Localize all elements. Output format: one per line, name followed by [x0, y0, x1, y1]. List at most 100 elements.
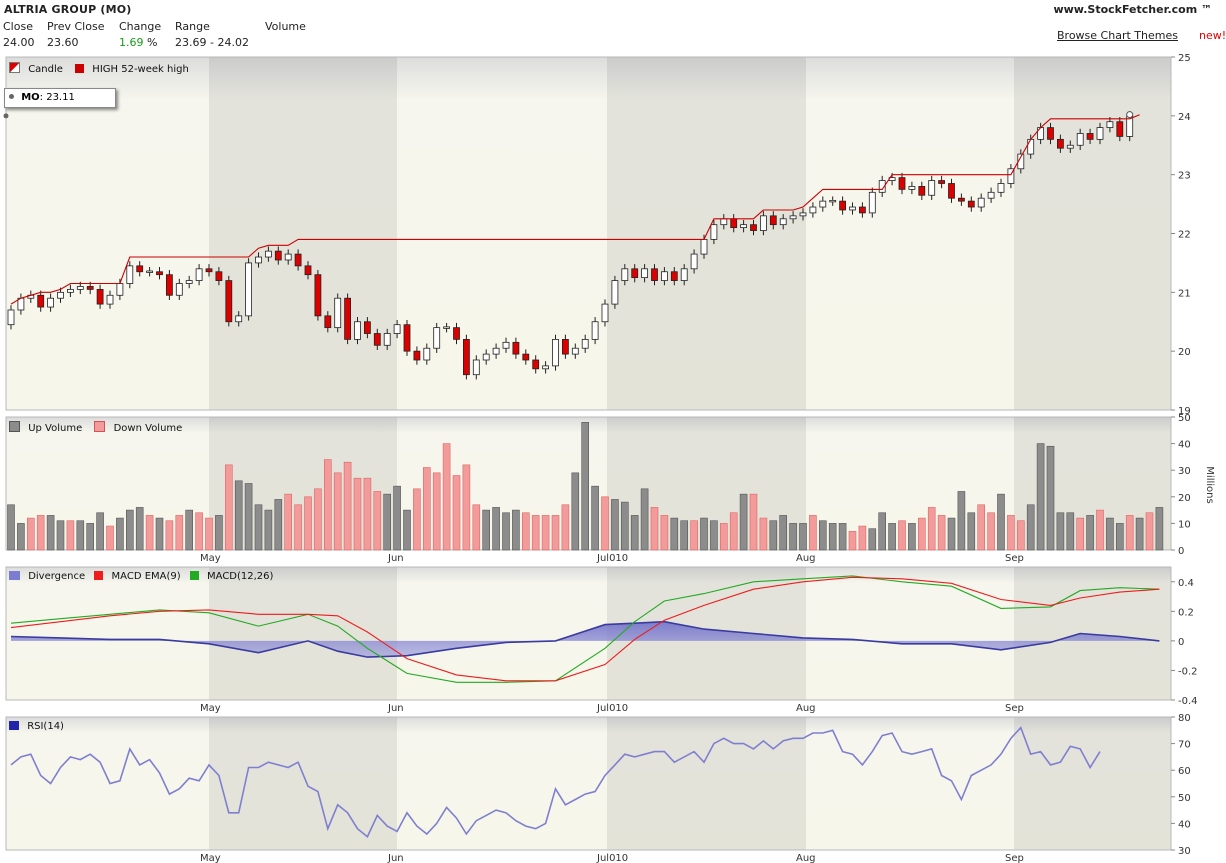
volume-bar-up — [1046, 445, 1055, 551]
candle-up — [57, 291, 64, 299]
volume-bar-up — [700, 517, 708, 551]
rsi-ytick-label: 30 — [1178, 846, 1191, 857]
candle-down — [37, 294, 45, 308]
candle-up — [393, 324, 401, 334]
candle-down — [1047, 127, 1054, 140]
volume-xtick-label: Jul010 — [596, 553, 628, 564]
volume-legend: Up Volume Down Volume — [9, 421, 182, 434]
candle-down — [730, 218, 738, 229]
volume-bar-up — [126, 509, 134, 551]
rsi-ytick-label: 80 — [1178, 713, 1191, 724]
candle-up — [354, 321, 361, 340]
volume-ytick-label: 30 — [1178, 466, 1191, 477]
macd-ytick-label: 0 — [1178, 637, 1184, 648]
volume-bar-down — [660, 515, 669, 551]
volume-ytick-label: 50 — [1178, 413, 1191, 424]
rsi-xtick-label: May — [200, 853, 221, 863]
volume-axis-title: Millions — [1204, 466, 1215, 503]
volume-bar-down — [898, 520, 906, 551]
volume-bar-down — [1145, 512, 1154, 551]
price-shade-band — [209, 57, 397, 410]
price-ytick-label: 22 — [1178, 230, 1191, 241]
volume-bar-up — [789, 523, 797, 551]
candle-up — [601, 303, 609, 323]
candle-down — [413, 350, 421, 361]
volume-bar-up — [878, 512, 887, 551]
candle-up — [829, 199, 837, 203]
volume-bar-up — [1036, 443, 1045, 551]
volume-bar-down — [759, 517, 768, 551]
candle-up — [571, 347, 579, 355]
macd-legend-label: MACD(12,26) — [207, 571, 274, 582]
divergence-legend-label: Divergence — [28, 571, 86, 582]
volume-ytick-label: 20 — [1178, 493, 1191, 504]
candle-up — [443, 326, 451, 329]
volume-bar-down — [314, 488, 322, 551]
volume-bar-up — [957, 491, 966, 551]
volume-bar-down — [363, 477, 372, 551]
volume-bar-up — [947, 517, 956, 551]
volume-bar-up — [908, 523, 916, 551]
candle-down — [96, 288, 104, 305]
macd-ytick-label: -0.4 — [1178, 696, 1198, 707]
candle-up — [423, 347, 431, 361]
volume-bar-down — [858, 525, 867, 551]
macd-xtick-label: Jun — [387, 703, 404, 714]
volume-bar-down — [462, 464, 471, 551]
candle-up — [987, 191, 995, 199]
volume-bar-up — [1066, 512, 1075, 551]
rsi-xtick-label: Sep — [1005, 853, 1024, 863]
candle-down — [225, 280, 233, 323]
candle-down — [532, 359, 540, 370]
volume-bar-up — [1086, 515, 1094, 551]
volume-bar-down — [601, 496, 609, 551]
rsi-ytick-label: 70 — [1178, 740, 1191, 751]
volume-bar-down — [690, 520, 698, 551]
volume-bar-up — [264, 509, 273, 551]
candle-down — [839, 200, 846, 211]
volume-bar-up — [56, 520, 65, 551]
candle-down — [314, 274, 322, 317]
candle-up — [591, 321, 599, 340]
divergence-legend-icon — [9, 571, 20, 580]
candle-up — [760, 215, 767, 231]
high52-legend-label: HIGH 52-week high — [92, 64, 189, 75]
volume-bar-down — [373, 491, 382, 551]
volume-xtick-label: Aug — [796, 553, 816, 564]
candle-down — [522, 353, 530, 361]
volume-bar-down — [917, 517, 926, 551]
macd-xtick-label: Sep — [1005, 703, 1024, 714]
volume-bar-up — [96, 512, 104, 551]
volume-bar-up — [997, 493, 1005, 551]
volume-bar-up — [1155, 507, 1164, 551]
candle-up — [819, 200, 827, 208]
volume-bar-up — [888, 523, 896, 551]
candle-down — [304, 265, 312, 276]
volume-bar-up — [116, 517, 124, 551]
candle-down — [938, 180, 945, 184]
volume-bar-down — [541, 515, 550, 551]
volume-bar-down — [165, 520, 174, 551]
volume-bar-up — [244, 483, 253, 551]
candle-down — [324, 315, 332, 329]
volume-bar-up — [383, 493, 392, 551]
volume-bar-up — [611, 499, 619, 551]
candle-down — [453, 327, 460, 340]
volume-bar-down — [977, 504, 986, 551]
volume-bar-up — [620, 501, 629, 551]
tooltip-value: 23.11 — [46, 92, 75, 103]
candle-up — [700, 238, 708, 255]
volume-bar-up — [215, 515, 223, 551]
volume-bar-down — [353, 477, 362, 551]
volume-bar-down — [987, 512, 995, 551]
candle-up — [1076, 133, 1084, 146]
macd-ema-legend-label: MACD EMA(9) — [111, 571, 181, 582]
volume-xtick-label: May — [200, 553, 221, 564]
candle-up — [799, 212, 807, 217]
candle-up — [1027, 138, 1035, 155]
volume-bar-down — [650, 507, 659, 551]
volume-bar-down — [719, 523, 728, 551]
candle-down — [1086, 133, 1094, 140]
rsi-xtick-label: Aug — [796, 853, 816, 863]
volume-bar-down — [225, 464, 233, 551]
